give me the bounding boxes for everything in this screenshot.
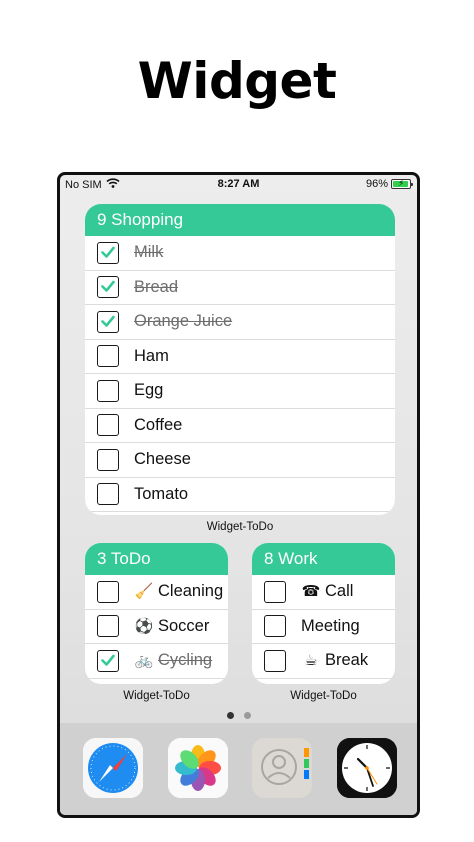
work-list: ☎ Call Meeting ☕ Break [252, 575, 395, 679]
list-item[interactable]: ☕ Break [252, 644, 395, 679]
widget-caption-todo: Widget-ToDo [123, 690, 190, 702]
item-text: Cheese [134, 450, 191, 469]
item-label: Cheese [134, 450, 191, 469]
list-item[interactable]: ☎ Call [252, 575, 395, 610]
item-label: 🧹 Cleaning [134, 582, 223, 601]
item-label: Milk [134, 243, 163, 262]
item-text: Coffee [134, 415, 183, 434]
item-label: Tomato [134, 485, 188, 504]
item-text: Meeting [301, 616, 360, 635]
list-item[interactable]: Orange Juice [85, 305, 395, 340]
item-label: Meeting [301, 617, 360, 636]
item-label: 🚲 Cycling [134, 651, 212, 670]
item-label: Bread [134, 278, 178, 297]
shopping-list: Milk Bread Orange Juice Ham Egg Coffee Cheese T… [85, 236, 395, 512]
page-indicator[interactable] [60, 712, 417, 719]
item-emoji-icon: 🚲 [134, 651, 154, 670]
page-dot[interactable] [226, 712, 234, 719]
clock-icon[interactable] [337, 738, 397, 798]
item-text: Break [325, 651, 369, 670]
widget-caption-work: Widget-ToDo [290, 690, 357, 702]
todo-list: 🧹 Cleaning ⚽ Soccer 🚲 Cycling [85, 575, 228, 679]
contacts-icon[interactable] [252, 738, 312, 798]
widget-title: 3 ToDo [85, 543, 228, 575]
checkbox[interactable] [97, 414, 119, 437]
status-bar: No SIM 8:27 AM 96% ⚡ [60, 175, 417, 195]
item-text: Tomato [134, 484, 189, 503]
item-emoji-icon: ☕ [304, 651, 318, 670]
checked-checkbox[interactable] [97, 276, 119, 299]
item-label: Coffee [134, 416, 182, 435]
list-item[interactable]: 🧹 Cleaning [85, 575, 228, 610]
widget-caption-shopping: Widget-ToDo [206, 521, 274, 533]
checkbox[interactable] [264, 649, 286, 672]
work-widget[interactable]: 8 Work ☎ Call Meeting ☕ Break [252, 543, 395, 684]
checkmark-icon [101, 315, 115, 327]
item-label: ⚽ Soccer [134, 616, 210, 636]
todo-widget[interactable]: 3 ToDo 🧹 Cleaning ⚽ Soccer 🚲 Cycling [85, 543, 228, 684]
item-label: ☕ Break [301, 651, 368, 670]
list-item[interactable]: Meeting [252, 610, 395, 644]
photos-icon[interactable] [168, 738, 228, 798]
list-item[interactable]: Ham [85, 340, 395, 374]
item-label: ☎ Call [301, 582, 354, 601]
list-item[interactable]: Egg [85, 374, 395, 409]
widget-title: 8 Work [252, 543, 395, 575]
item-text: Cleaning [158, 582, 224, 601]
checked-checkbox[interactable] [97, 649, 119, 672]
item-label: Egg [134, 381, 163, 400]
item-text: Milk [134, 243, 164, 262]
page-title: Widget [137, 52, 337, 110]
list-item[interactable]: Bread [85, 271, 395, 305]
item-text: Call [325, 582, 354, 601]
item-text: Orange Juice [134, 312, 233, 331]
list-item[interactable]: Tomato [85, 478, 395, 512]
checkmark-icon [101, 246, 115, 258]
item-emoji-icon: 🧹 [134, 582, 154, 601]
checkbox[interactable] [97, 615, 119, 638]
shopping-widget[interactable]: 9 Shopping Milk Bread Orange Juice Ham Egg Co… [85, 204, 395, 515]
battery-icon: ⚡ [391, 178, 413, 189]
safari-icon[interactable] [83, 738, 143, 798]
item-text: Cycling [158, 651, 213, 670]
item-emoji-icon: ⚽ [134, 616, 154, 635]
page-dot[interactable] [243, 712, 251, 719]
item-emoji-icon: ☎ [301, 582, 321, 601]
checkbox[interactable] [97, 379, 119, 402]
checked-checkbox[interactable] [97, 310, 119, 333]
checked-checkbox[interactable] [97, 241, 119, 264]
item-text: Soccer [158, 616, 210, 635]
list-item[interactable]: Coffee [85, 409, 395, 443]
item-text: Ham [134, 346, 169, 365]
item-label: Orange Juice [134, 312, 232, 331]
item-text: Bread [134, 277, 179, 296]
checkmark-icon [101, 654, 115, 666]
list-item[interactable]: 🚲 Cycling [85, 644, 228, 679]
item-label: Ham [134, 347, 169, 366]
checkbox[interactable] [97, 483, 119, 506]
list-item[interactable]: ⚽ Soccer [85, 610, 228, 644]
list-item[interactable]: Milk [85, 236, 395, 271]
checkbox[interactable] [264, 580, 286, 603]
checkmark-icon [101, 280, 115, 293]
list-item[interactable]: Cheese [85, 443, 395, 478]
widget-title: 9 Shopping [85, 204, 395, 236]
checkbox[interactable] [264, 615, 286, 638]
checkbox[interactable] [97, 448, 119, 471]
battery-percent: 96% [365, 178, 388, 190]
dock [60, 723, 417, 815]
checkbox[interactable] [97, 345, 119, 368]
status-time: 8:27 AM [217, 178, 260, 190]
checkbox[interactable] [97, 580, 119, 603]
item-text: Egg [134, 381, 164, 400]
phone-screen: No SIM 8:27 AM 96% ⚡ 9 Shopping Milk Brea… [57, 172, 420, 818]
